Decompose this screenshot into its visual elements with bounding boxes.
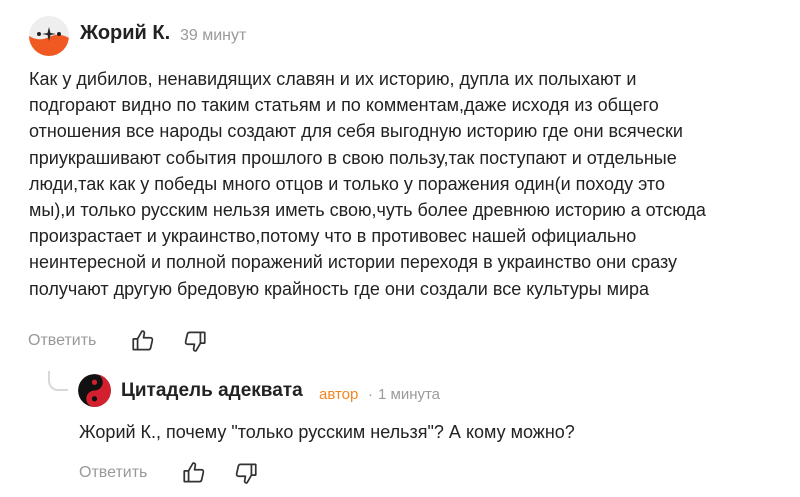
thread-connector bbox=[48, 371, 68, 391]
comment-text-line: получают другую бредовую крайность где о… bbox=[29, 278, 650, 299]
avatar[interactable] bbox=[29, 16, 69, 56]
reply-actions: Ответить bbox=[79, 460, 259, 486]
comment-text-line: Как у дибилов, ненавидящих славян и их и… bbox=[29, 69, 637, 89]
comment-author[interactable]: Жорий К. bbox=[80, 22, 170, 45]
comment-text-line: отношения все народы создают для себя вы… bbox=[29, 121, 683, 142]
meta-separator: · bbox=[368, 386, 373, 403]
comment-text-line: люди,так как у победы много отцов и толь… bbox=[29, 173, 665, 194]
comment-text-line: мы),и только русским нельзя иметь свою,ч… bbox=[29, 200, 706, 221]
reply-button[interactable]: Ответить bbox=[28, 332, 96, 350]
comment-text: Как у дибилов, ненавидящих славян и их и… bbox=[29, 66, 789, 302]
comment-text-line: приукрашивают события прошлого в свою по… bbox=[29, 147, 677, 168]
author-badge: автор bbox=[319, 386, 359, 403]
reply-button[interactable]: Ответить bbox=[79, 464, 147, 482]
avatar[interactable] bbox=[78, 374, 111, 407]
comment-actions: Ответить bbox=[28, 328, 208, 354]
comment-text-line: произрастает и украинство,потому что в п… bbox=[29, 226, 637, 247]
thumbs-down-icon[interactable] bbox=[233, 460, 259, 486]
comment-text-line: подгорают видно по таким статьям и по ко… bbox=[29, 95, 659, 116]
reply-text: Жорий К., почему "только русским нельзя"… bbox=[79, 422, 575, 442]
comment-text-line: неинтересной и полной поражений истории … bbox=[29, 252, 678, 273]
reply-author[interactable]: Цитадель адеквата bbox=[121, 380, 303, 402]
comments-thread: Жорий К. 39 минут Как у дибилов, ненавид… bbox=[0, 0, 800, 497]
thumbs-down-icon[interactable] bbox=[182, 328, 208, 354]
reply-time: 1 минута bbox=[378, 386, 441, 403]
thumbs-up-icon[interactable] bbox=[181, 460, 207, 486]
comment-time: 39 минут bbox=[180, 27, 247, 44]
thumbs-up-icon[interactable] bbox=[130, 328, 156, 354]
